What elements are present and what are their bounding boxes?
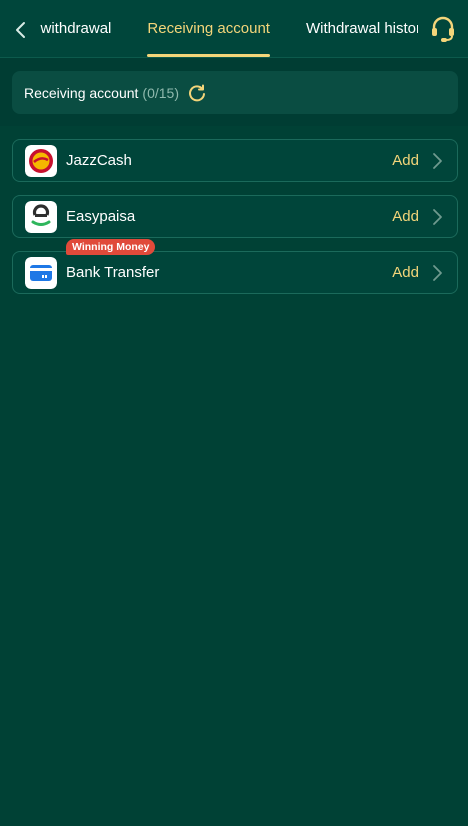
payment-methods-section: JazzCash Add Easypaisa Add Winning Money… bbox=[0, 126, 468, 826]
add-button[interactable]: Add bbox=[392, 196, 419, 237]
tab-withdrawal-history[interactable]: Withdrawal history bbox=[288, 0, 418, 58]
tab-receiving-account[interactable]: Receiving account bbox=[129, 0, 288, 58]
account-count: (0/15) bbox=[142, 84, 179, 101]
method-label: JazzCash bbox=[66, 152, 132, 169]
method-row-bank-transfer[interactable]: Winning Money Bank Transfer Add bbox=[12, 239, 458, 294]
tab-last-withdrawal[interactable]: Last withdrawal bbox=[40, 0, 129, 58]
refresh-icon[interactable] bbox=[187, 83, 207, 103]
bank-card-logo bbox=[25, 257, 57, 289]
chevron-right-icon bbox=[433, 265, 442, 281]
receiving-account-summary: Receiving account (0/15) bbox=[12, 71, 458, 114]
headset-icon bbox=[432, 16, 454, 42]
active-tab-indicator bbox=[147, 54, 270, 57]
tab-label: Last withdrawal bbox=[40, 20, 112, 37]
chevron-left-icon bbox=[16, 22, 25, 38]
summary-title: Receiving account bbox=[24, 84, 139, 101]
method-label: Easypaisa bbox=[66, 208, 136, 225]
tab-label: Receiving account bbox=[147, 20, 270, 37]
add-button[interactable]: Add bbox=[392, 252, 419, 293]
tab-label: Withdrawal history bbox=[305, 20, 418, 37]
tab-strip: Last withdrawal Receiving account Withdr… bbox=[40, 0, 418, 58]
jazzcash-logo bbox=[25, 145, 57, 177]
customer-support-button[interactable] bbox=[428, 14, 458, 44]
top-nav-bar: Last withdrawal Receiving account Withdr… bbox=[0, 0, 468, 58]
method-row-jazzcash[interactable]: JazzCash Add bbox=[12, 139, 458, 182]
chevron-right-icon bbox=[433, 209, 442, 225]
method-row-easypaisa[interactable]: Easypaisa Add bbox=[12, 195, 458, 238]
add-button[interactable]: Add bbox=[392, 140, 419, 181]
chevron-right-icon bbox=[433, 153, 442, 169]
easypaisa-logo bbox=[25, 201, 57, 233]
back-button[interactable] bbox=[8, 16, 34, 44]
method-label: Bank Transfer bbox=[66, 264, 160, 281]
